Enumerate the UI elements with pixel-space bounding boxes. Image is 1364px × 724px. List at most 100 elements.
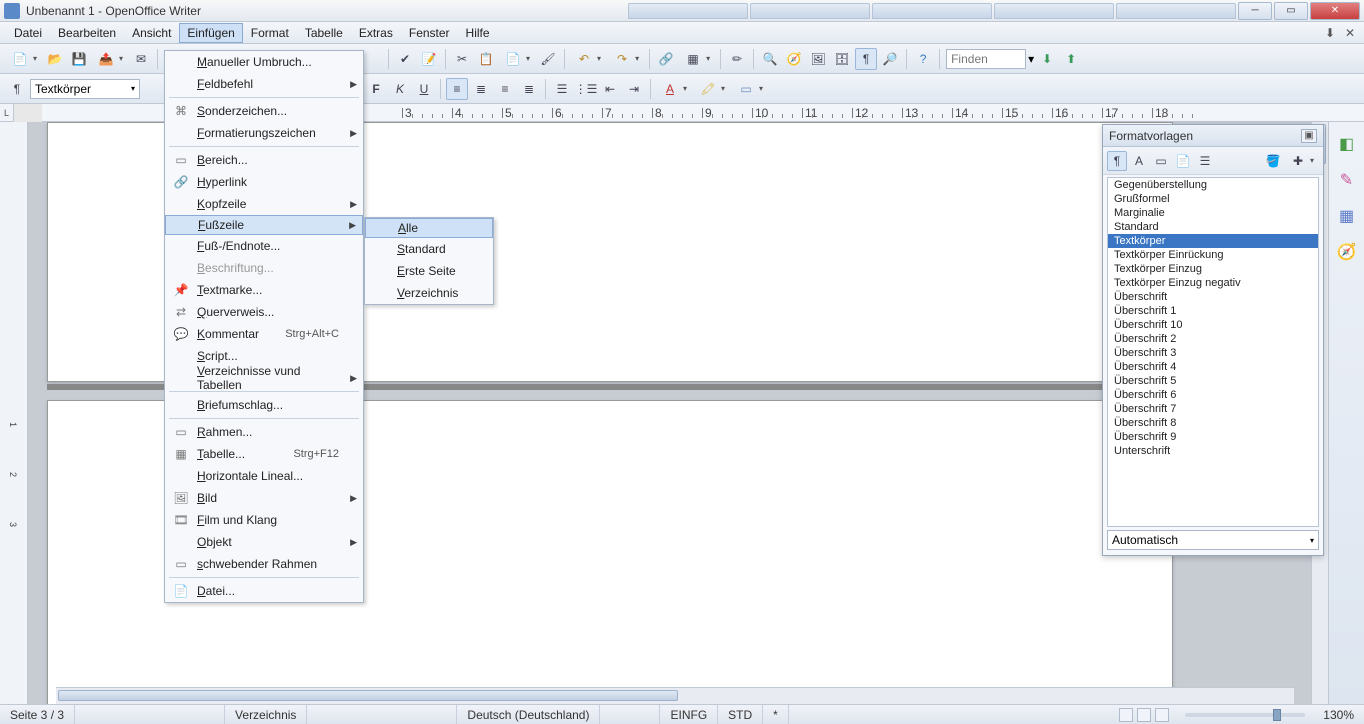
styles-list-icon[interactable]: ☰ [1195, 151, 1215, 171]
menu-item[interactable]: ▭Bereich... [165, 149, 363, 171]
style-list-item[interactable]: Überschrift 10 [1108, 318, 1318, 332]
menu-item[interactable]: Verzeichnisse vund Tabellen▶ [165, 367, 363, 389]
submenu-item[interactable]: Alle [365, 218, 493, 238]
menu-item[interactable]: Kopfzeile▶ [165, 193, 363, 215]
menu-item[interactable]: 💬KommentarStrg+Alt+C [165, 323, 363, 345]
autocheck-button[interactable]: 📝 [418, 48, 440, 70]
indent-inc-button[interactable]: ⇥ [623, 78, 645, 100]
copy-button[interactable]: 📋 [475, 48, 497, 70]
styles-fill-icon[interactable]: 🪣 [1263, 151, 1283, 171]
gallery-button[interactable]: 🖼 [807, 48, 829, 70]
underline-button[interactable]: U [413, 78, 435, 100]
styles-page-icon[interactable]: 📄 [1173, 151, 1193, 171]
find-prev-button[interactable]: ⬇ [1036, 48, 1058, 70]
style-list-item[interactable]: Textkörper Einzug negativ [1108, 276, 1318, 290]
highlight-button[interactable]: 🖍▾ [694, 78, 730, 100]
align-center-button[interactable]: ≣ [470, 78, 492, 100]
bullet-list-button[interactable]: ⋮☰ [575, 78, 597, 100]
menu-item[interactable]: ▭Rahmen... [165, 421, 363, 443]
sidebar-properties-icon[interactable]: ◧ [1335, 132, 1359, 156]
submenu-item[interactable]: Standard [365, 238, 493, 260]
numbered-list-button[interactable]: ☰ [551, 78, 573, 100]
status-style[interactable]: Verzeichnis [225, 705, 307, 724]
table-button[interactable]: ▦▾ [679, 48, 715, 70]
help-button[interactable]: ? [912, 48, 934, 70]
zoom-button[interactable]: 🔎 [879, 48, 901, 70]
menu-item[interactable]: 📄Datei... [165, 580, 363, 602]
style-list-item[interactable]: Marginalie [1108, 206, 1318, 220]
style-list-item[interactable]: Überschrift 3 [1108, 346, 1318, 360]
menu-fenster[interactable]: Fenster [401, 23, 458, 43]
save-button[interactable]: 💾 [68, 48, 90, 70]
menu-format[interactable]: Format [243, 23, 297, 43]
menu-item[interactable]: Manueller Umbruch... [165, 51, 363, 73]
style-list-item[interactable]: Textkörper Einzug [1108, 262, 1318, 276]
hyperlink-button[interactable]: 🔗 [655, 48, 677, 70]
find-input[interactable]: Finden [946, 49, 1026, 69]
align-justify-button[interactable]: ≣ [518, 78, 540, 100]
style-list-item[interactable]: Überschrift 6 [1108, 388, 1318, 402]
menu-extras[interactable]: Extras [351, 23, 401, 43]
menu-einfuegen[interactable]: Einfügen [179, 23, 242, 43]
styles-frame-icon[interactable]: ▭ [1151, 151, 1171, 171]
style-list-item[interactable]: Überschrift 2 [1108, 332, 1318, 346]
menu-item[interactable]: Fußzeile▶ [165, 215, 363, 235]
styles-list[interactable]: GegenüberstellungGrußformelMarginalieSta… [1107, 177, 1319, 527]
menu-hilfe[interactable]: Hilfe [458, 23, 498, 43]
menu-item[interactable]: Feldbefehl▶ [165, 73, 363, 95]
sidebar-styles-icon[interactable]: ✎ [1335, 168, 1359, 192]
update-icon[interactable]: ⬇ [1322, 25, 1338, 41]
status-page[interactable]: Seite 3 / 3 [0, 705, 75, 724]
menu-item[interactable]: Formatierungszeichen▶ [165, 122, 363, 144]
menu-item[interactable]: Objekt▶ [165, 531, 363, 553]
sidebar-gallery-icon[interactable]: ▦ [1335, 204, 1359, 228]
menu-tabelle[interactable]: Tabelle [297, 23, 351, 43]
menu-item[interactable]: Fuß-/Endnote... [165, 235, 363, 257]
vertical-ruler[interactable]: 123 [0, 122, 28, 704]
menu-item[interactable]: 📌Textmarke... [165, 279, 363, 301]
styles-new-icon[interactable]: ✚▾ [1285, 150, 1319, 172]
menu-item[interactable]: Horizontale Lineal... [165, 465, 363, 487]
datasource-button[interactable]: 🗄 [831, 48, 853, 70]
new-doc-button[interactable]: 📄▾ [6, 48, 42, 70]
menu-item[interactable]: Beschriftung... [165, 257, 363, 279]
menu-bearbeiten[interactable]: Bearbeiten [50, 23, 124, 43]
menu-item[interactable]: ⇄Querverweis... [165, 301, 363, 323]
menu-datei[interactable]: Datei [6, 23, 50, 43]
menu-item[interactable]: 🔗Hyperlink [165, 171, 363, 193]
sidebar-navigator-icon[interactable]: 🧭 [1335, 240, 1359, 264]
style-list-item[interactable]: Grußformel [1108, 192, 1318, 206]
style-list-item[interactable]: Überschrift 7 [1108, 402, 1318, 416]
minimize-button[interactable]: ─ [1238, 2, 1272, 20]
spellcheck-button[interactable]: ✔ [394, 48, 416, 70]
styles-panel-close-icon[interactable]: ▣ [1301, 129, 1317, 143]
bold-button[interactable]: F [365, 78, 387, 100]
menu-item[interactable]: 🖼Bild▶ [165, 487, 363, 509]
menu-item[interactable]: 🎞Film und Klang [165, 509, 363, 531]
format-paint-button[interactable]: 🖌 [537, 48, 559, 70]
status-zoom[interactable]: 130% [1313, 705, 1364, 724]
status-insert[interactable]: EINFG [660, 705, 718, 724]
style-list-item[interactable]: Überschrift 8 [1108, 416, 1318, 430]
style-list-item[interactable]: Überschrift 1 [1108, 304, 1318, 318]
font-color-button[interactable]: A▾ [656, 78, 692, 100]
find-next-button[interactable]: ⬆ [1060, 48, 1082, 70]
paste-button[interactable]: 📄▾ [499, 48, 535, 70]
style-list-item[interactable]: Überschrift 4 [1108, 360, 1318, 374]
horizontal-scrollbar[interactable] [56, 687, 1294, 704]
navigator-button[interactable]: 🧭 [783, 48, 805, 70]
cut-button[interactable]: ✂ [451, 48, 473, 70]
style-list-item[interactable]: Textkörper Einrückung [1108, 248, 1318, 262]
menu-ansicht[interactable]: Ansicht [124, 23, 179, 43]
style-list-item[interactable]: Überschrift [1108, 290, 1318, 304]
style-list-item[interactable]: Unterschrift [1108, 444, 1318, 458]
draw-button[interactable]: ✏ [726, 48, 748, 70]
submenu-item[interactable]: Erste Seite [365, 260, 493, 282]
menu-item[interactable]: ⌘Sonderzeichen... [165, 100, 363, 122]
styles-window-button[interactable]: ¶ [6, 78, 28, 100]
align-left-button[interactable]: ≡ [446, 78, 468, 100]
styles-paragraph-icon[interactable]: ¶ [1107, 151, 1127, 171]
bgcolor-button[interactable]: ▭▾ [732, 78, 768, 100]
style-list-item[interactable]: Standard [1108, 220, 1318, 234]
styles-character-icon[interactable]: A [1129, 151, 1149, 171]
